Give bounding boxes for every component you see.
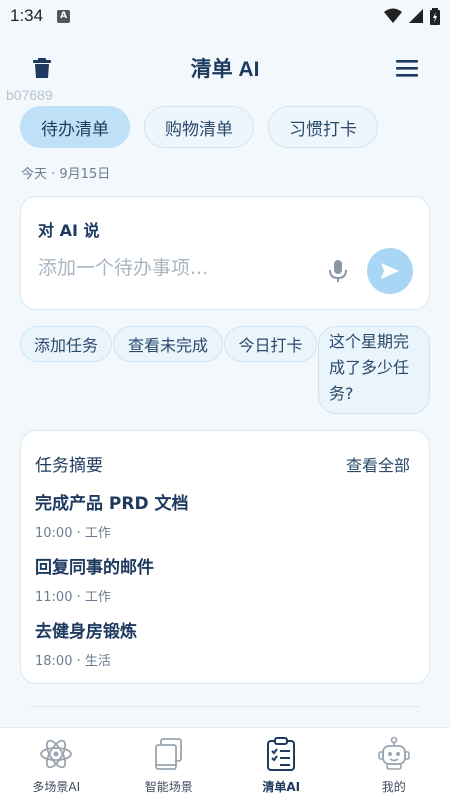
chip-view-unfinished[interactable]: 查看未完成	[113, 326, 223, 362]
task-name: 去健身房锻炼	[35, 622, 137, 642]
chip-today-checkin[interactable]: 今日打卡	[224, 326, 317, 362]
task-meta: 11:00 · 工作	[35, 590, 111, 605]
view-all-link[interactable]: 查看全部	[346, 452, 410, 476]
task-name: 完成产品 PRD 文档	[35, 494, 189, 514]
ai-input-label: 对 AI 说	[38, 221, 100, 240]
trash-icon[interactable]	[30, 56, 54, 80]
nav-label: 多场景AI	[32, 780, 81, 794]
nav-item-mine[interactable]: 我的	[338, 728, 450, 800]
page-title: 清单 AI	[190, 58, 260, 81]
atom-icon	[40, 739, 73, 769]
tab-todo[interactable]: 待办清单	[20, 106, 130, 148]
task-summary-card: 任务摘要 查看全部 完成产品 PRD 文档 10:00 · 工作 回复同事的邮件…	[20, 430, 430, 684]
tab-habits[interactable]: 习惯打卡	[268, 106, 378, 148]
clipboard-list-icon	[267, 737, 296, 771]
tab-shopping[interactable]: 购物清单	[144, 106, 254, 148]
status-bar: 1:34 A	[0, 0, 450, 32]
divider	[30, 706, 420, 707]
task-name: 回复同事的邮件	[35, 558, 154, 578]
todo-input[interactable]	[38, 257, 318, 279]
nav-item-smart-scene[interactable]: 智能场景	[113, 728, 226, 800]
microphone-icon[interactable]	[327, 259, 349, 283]
nav-label: 清单AI	[262, 780, 301, 794]
send-icon	[381, 263, 399, 279]
task-item[interactable]: 完成产品 PRD 文档 10:00 · 工作	[35, 489, 189, 541]
summary-title: 任务摘要	[35, 456, 103, 476]
list-tabs: 待办清单 购物清单 习惯打卡	[20, 106, 378, 148]
battery-icon	[430, 7, 440, 25]
nav-label: 我的	[381, 780, 406, 794]
bottom-nav: 多场景AI 智能场景 清单AI 我的	[0, 727, 450, 800]
watermark-text: b07689	[6, 87, 53, 103]
chip-weekly-stats[interactable]: 这个星期完成了多少任务?	[318, 326, 430, 414]
task-meta: 10:00 · 工作	[35, 526, 111, 541]
send-button[interactable]	[367, 248, 413, 294]
task-item[interactable]: 去健身房锻炼 18:00 · 生活	[35, 617, 137, 669]
nav-label: 智能场景	[144, 780, 193, 794]
nav-item-list-ai[interactable]: 清单AI	[225, 728, 338, 800]
signal-icon	[409, 9, 423, 23]
robot-icon	[377, 736, 410, 770]
task-item[interactable]: 回复同事的邮件 11:00 · 工作	[35, 553, 154, 605]
status-time: 1:34	[10, 6, 44, 25]
task-meta: 18:00 · 生活	[35, 654, 111, 669]
app-header: 清单 AI	[0, 44, 450, 92]
cards-icon	[154, 738, 182, 770]
date-label: 今天 · 9月15日	[21, 167, 111, 182]
wifi-icon	[384, 8, 402, 23]
menu-icon[interactable]	[396, 58, 418, 78]
notification-a-icon: A	[57, 9, 71, 23]
nav-item-multi-scene-ai[interactable]: 多场景AI	[0, 728, 113, 800]
chip-add-task[interactable]: 添加任务	[20, 326, 112, 362]
ai-input-card: 对 AI 说	[20, 196, 430, 310]
